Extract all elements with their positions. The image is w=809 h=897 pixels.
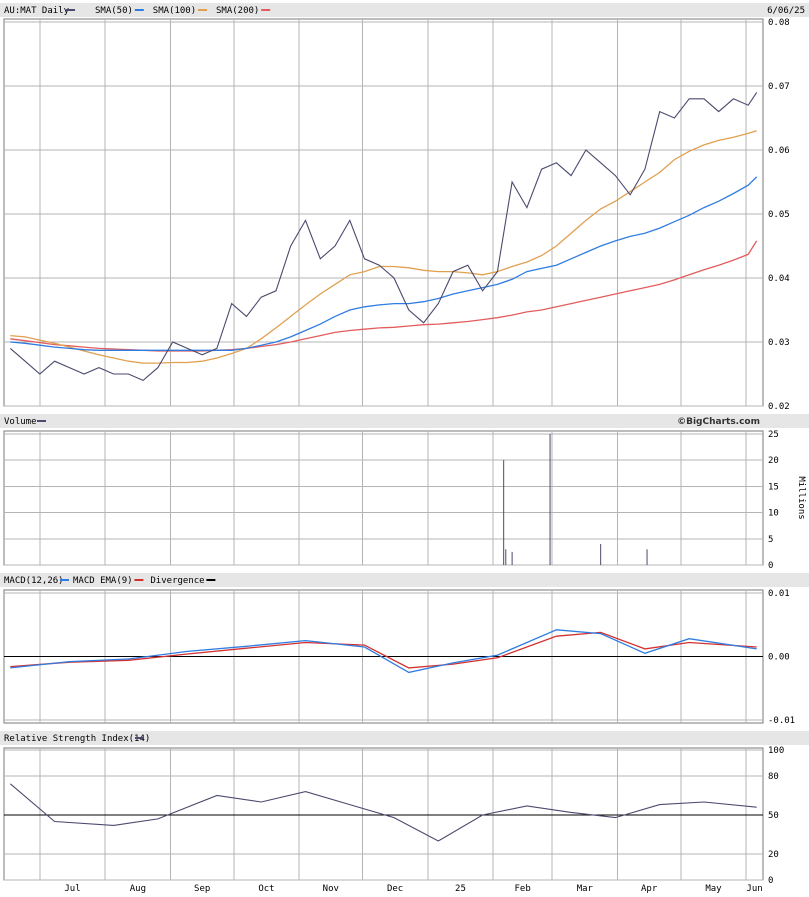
legend-swatch — [198, 9, 207, 11]
legend-swatch — [261, 9, 271, 11]
y-tick-label: 0.01 — [768, 589, 790, 599]
y-tick-label: 0.04 — [768, 274, 790, 284]
watermark: ©BigCharts.com — [677, 417, 760, 427]
y-tick-label: 20 — [768, 850, 779, 860]
y-tick-label: 0.03 — [768, 338, 790, 348]
x-tick-label: May — [705, 884, 722, 894]
y-tick-label: 20 — [768, 456, 779, 466]
x-tick-label: Aug — [130, 884, 146, 894]
y-tick-label: 15 — [768, 482, 779, 492]
legend-label: SMA(50) — [95, 6, 133, 16]
y-tick-label: 0.06 — [768, 146, 790, 156]
stock-chart: AU:MAT Daily SMA(50) SMA(100) SMA(200) 6/0… — [0, 3, 809, 894]
macd-legend-label: Divergence — [150, 576, 204, 586]
y-tick-label: 25 — [768, 430, 779, 440]
y-tick-label: 0.07 — [768, 82, 790, 92]
x-tick-label: Mar — [577, 884, 594, 894]
y-tick-label: -0.01 — [768, 716, 795, 726]
macd-label: MACD(12,26) — [4, 576, 64, 586]
symbol-legend-swatch — [66, 9, 75, 11]
macd-legend-swatch — [206, 579, 216, 581]
legend-label: SMA(100) — [153, 6, 196, 16]
volume-unit-label: Millions — [796, 476, 806, 519]
volume-label: Volume — [4, 417, 37, 427]
y-tick-label: 50 — [768, 811, 779, 821]
legend-label: SMA(200) — [216, 6, 259, 16]
legend: SMA(50) SMA(100) SMA(200) — [66, 6, 271, 16]
symbol-label: AU:MAT Daily — [4, 6, 70, 16]
x-tick-label: Feb — [515, 884, 531, 894]
x-tick-label: Oct — [258, 884, 274, 894]
volume-legend-swatch — [37, 420, 46, 422]
price-panel — [3, 18, 764, 407]
y-tick-label: 0.05 — [768, 210, 790, 220]
rsi-legend-swatch — [135, 737, 144, 739]
x-axis: Jul Aug Sep Oct Nov Dec 25 Feb Mar Apr May Jun — [64, 884, 762, 894]
x-tick-label: Nov — [323, 884, 339, 894]
x-tick-label: Jun — [746, 884, 762, 894]
date-label: 6/06/25 — [767, 6, 805, 16]
macd-legend-swatch — [134, 579, 144, 581]
rsi-label: Relative Strength Index(14) — [4, 734, 150, 744]
x-tick-label: Dec — [387, 884, 403, 894]
y-tick-label: 5 — [768, 535, 773, 545]
x-tick-label: Jul — [64, 884, 80, 894]
macd-legend-label: MACD EMA(9) — [73, 576, 133, 586]
y-tick-label: 100 — [768, 746, 784, 756]
x-tick-label: Apr — [641, 884, 658, 894]
y-tick-label: 80 — [768, 772, 779, 782]
volume-panel — [3, 430, 764, 566]
y-tick-label: 0.08 — [768, 18, 790, 28]
y-tick-label: 10 — [768, 509, 779, 519]
x-tick-label: 25 — [455, 884, 466, 894]
x-tick-label: Sep — [194, 884, 210, 894]
y-tick-label: 0.00 — [768, 653, 790, 663]
y-tick-label: 0 — [768, 876, 773, 886]
y-tick-label: 0 — [768, 561, 773, 571]
legend-swatch — [134, 9, 144, 11]
macd-legend-swatch — [60, 579, 69, 581]
y-tick-label: 0.02 — [768, 402, 790, 412]
